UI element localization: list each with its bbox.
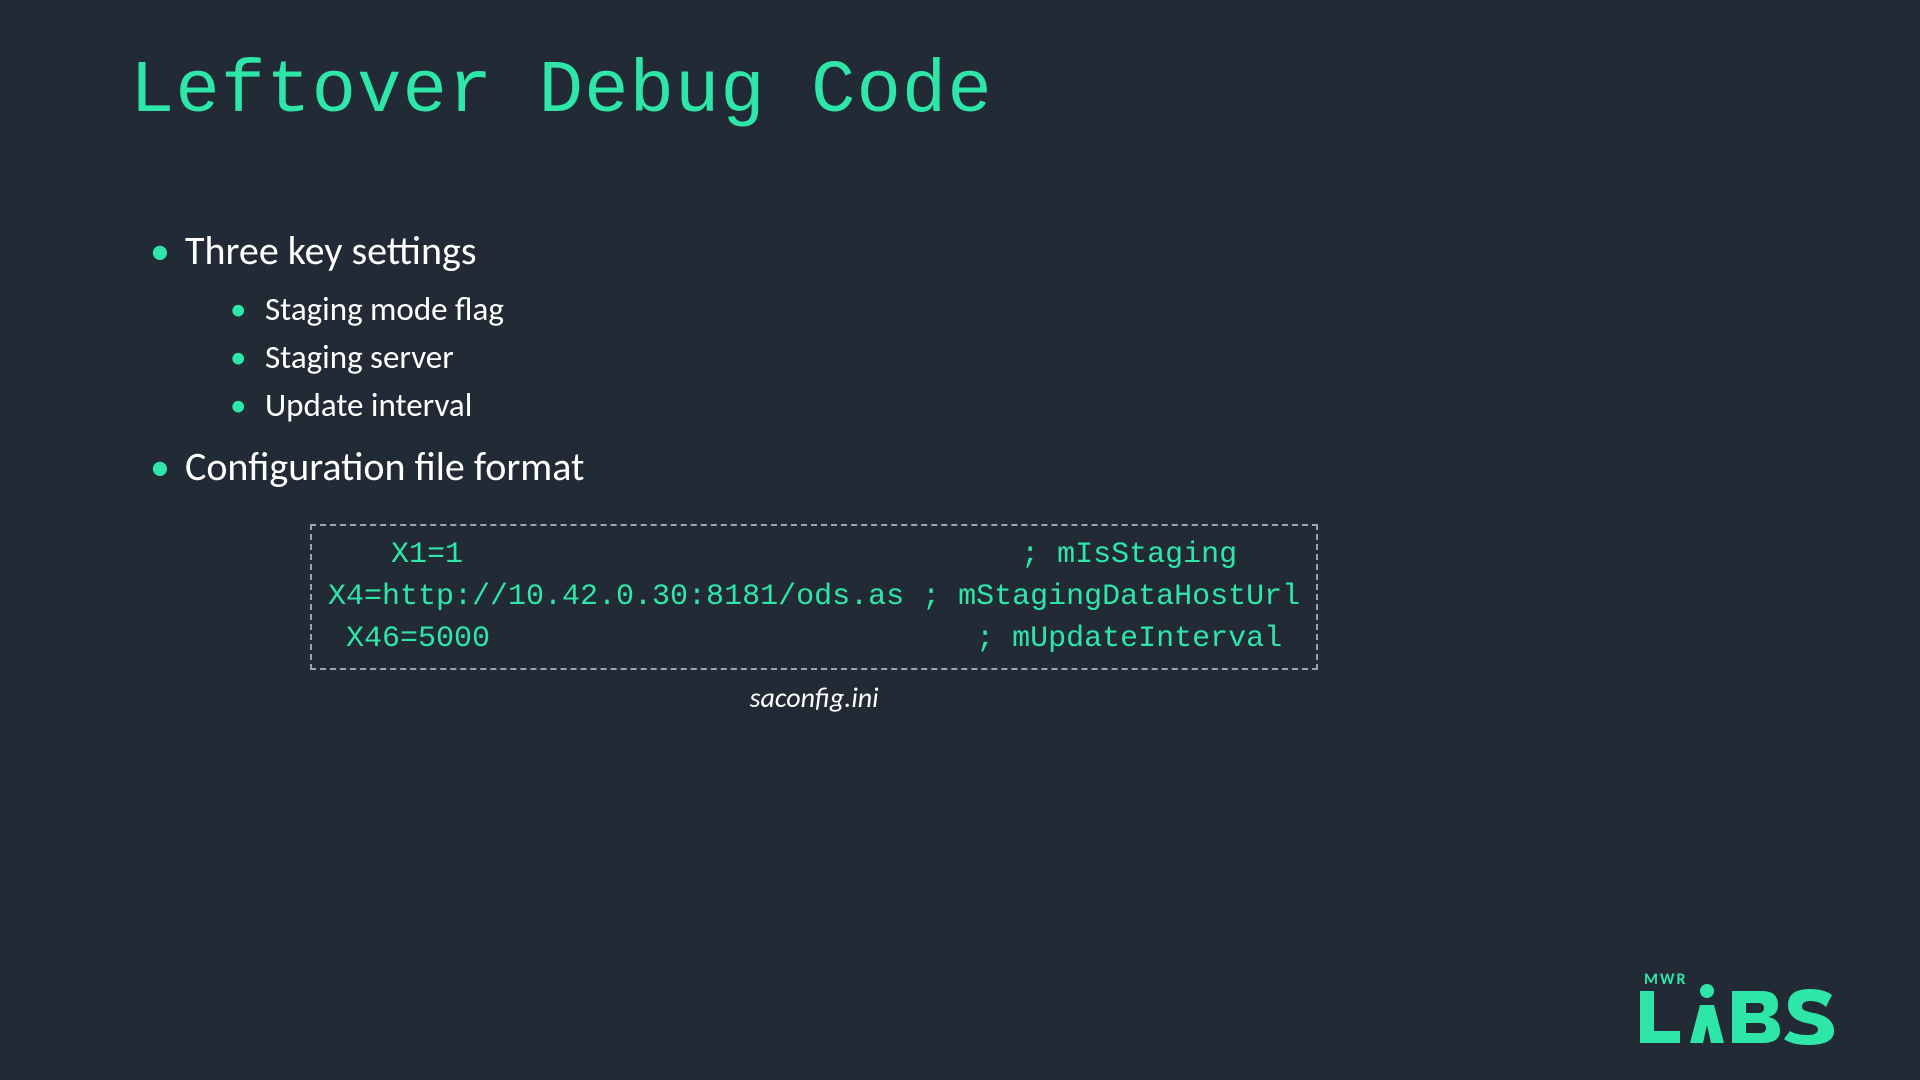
sub-bullet-item: Update interval [230,382,1790,430]
code-line: X1=1 ; mIsStaging [391,538,1237,572]
code-line: X4=http://10.42.0.30:8181/ods.as ; mStag… [328,580,1300,614]
bullet-text: Three key settings [185,226,477,275]
code-caption: saconfig.ini [310,680,1318,715]
bullet-list: Three key settings Staging mode flag Sta… [150,224,1790,494]
bullet-item: Configuration file format [150,440,1790,494]
bullet-text: Configuration file format [185,442,584,491]
labs-wordmark-icon [1640,983,1860,1045]
code-line: X46=5000 ; mUpdateInterval [346,622,1282,656]
bullet-item: Three key settings Staging mode flag Sta… [150,224,1790,430]
slide-content: Leftover Debug Code Three key settings S… [0,0,1920,765]
code-section: X1=1 ; mIsStaging X4=http://10.42.0.30:8… [310,524,1790,715]
sub-bullet-item: Staging mode flag [230,286,1790,334]
sub-bullet-item: Staging server [230,334,1790,382]
slide-body: Three key settings Staging mode flag Sta… [130,224,1790,715]
code-block: X1=1 ; mIsStaging X4=http://10.42.0.30:8… [310,524,1318,670]
sub-bullet-list: Staging mode flag Staging server Update … [185,286,1790,430]
logo-bottom-text [1640,983,1860,1045]
code-caption-group: X1=1 ; mIsStaging X4=http://10.42.0.30:8… [310,524,1318,715]
slide-title: Leftover Debug Code [130,50,1790,134]
mwr-labs-logo: MWR [1640,970,1860,1045]
